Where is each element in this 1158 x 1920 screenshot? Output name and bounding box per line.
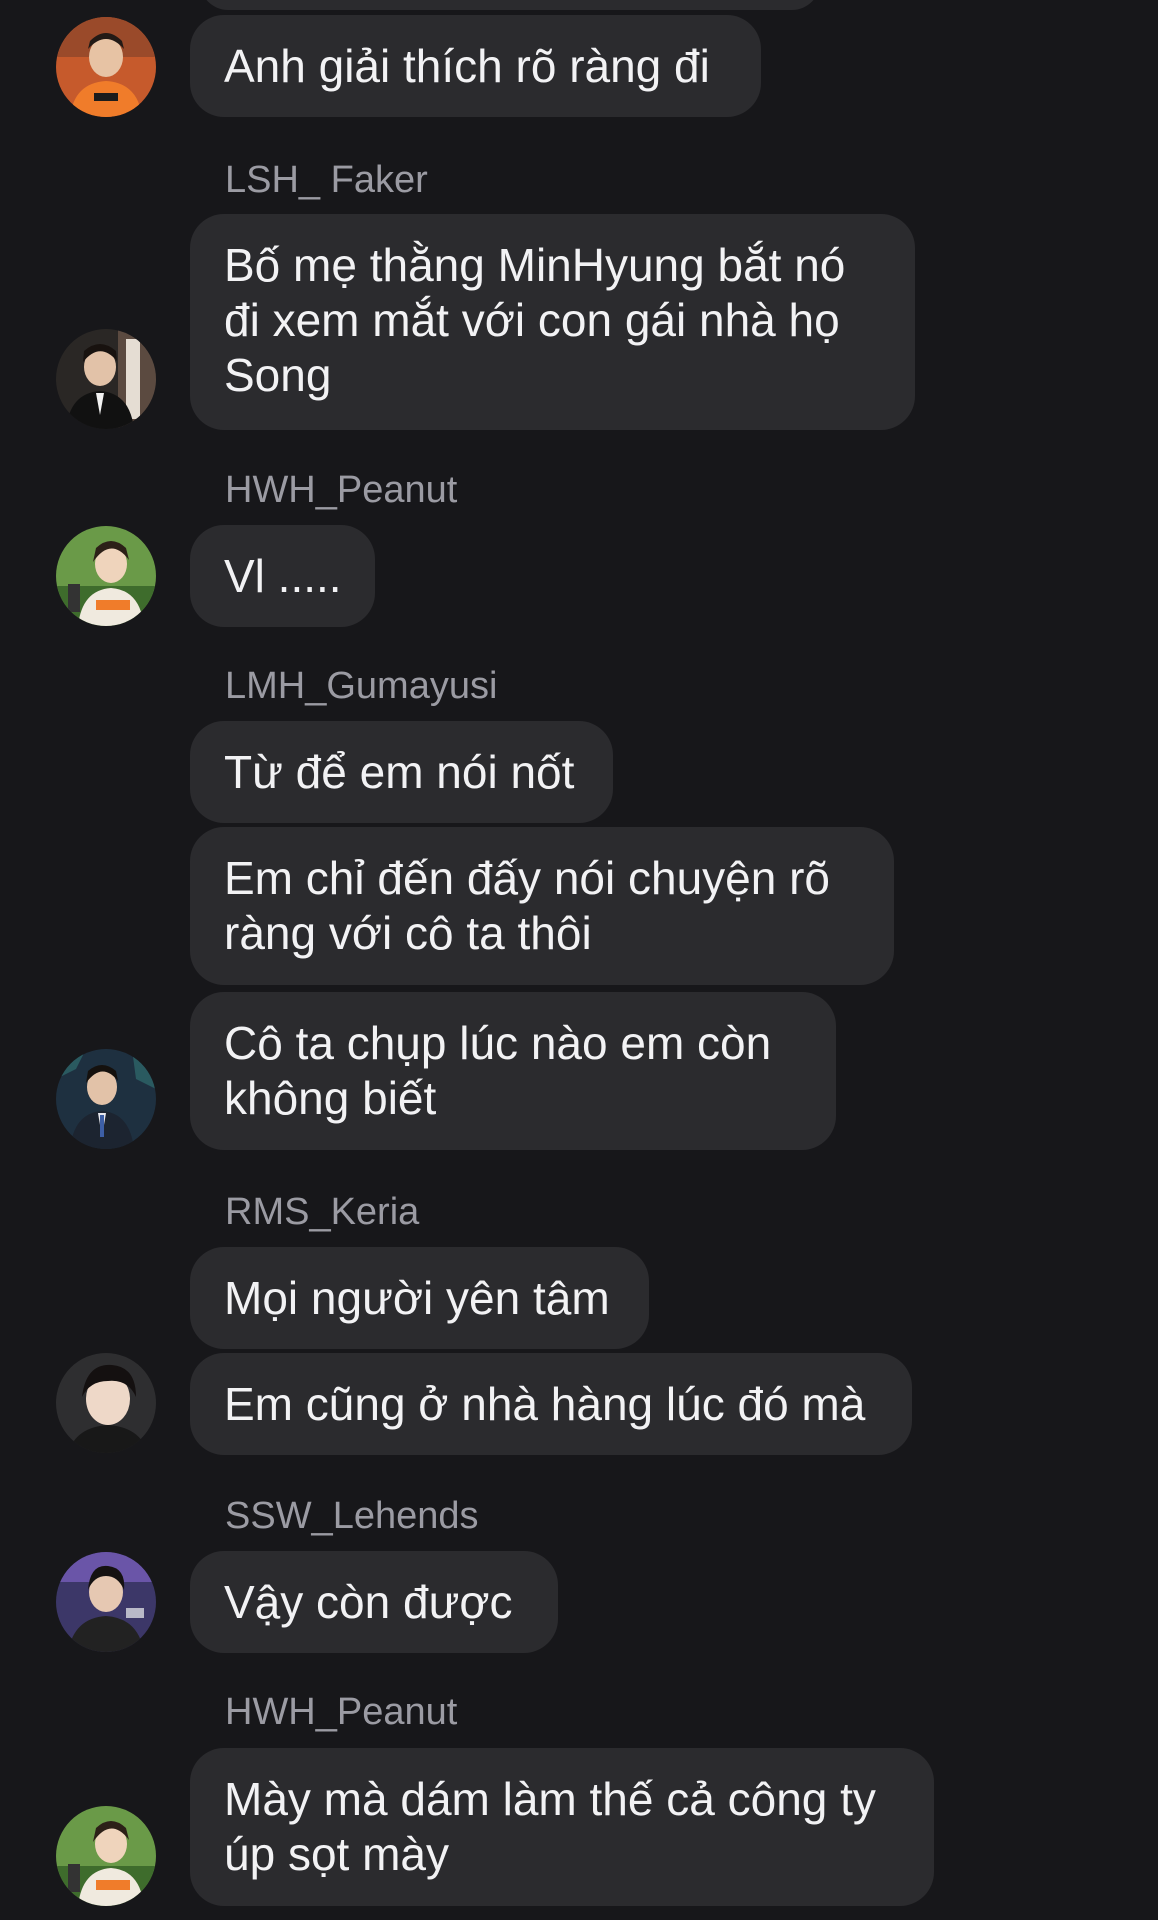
sender-name: LMH_Gumayusi — [225, 665, 498, 707]
avatar[interactable] — [56, 1552, 156, 1652]
message-bubble[interactable]: Từ để em nói nốt — [190, 721, 613, 823]
message-bubble[interactable]: Bố mẹ thằng MinHyung bắt nó đi xem mắt v… — [190, 214, 915, 430]
avatar[interactable] — [56, 1049, 156, 1149]
message-text: Mọi người yên tâm — [224, 1272, 610, 1324]
message-text: Em cũng ở nhà hàng lúc đó mà — [224, 1378, 866, 1430]
message-bubble[interactable]: Vậy còn được — [190, 1551, 558, 1653]
message-text: Từ để em nói nốt — [224, 746, 575, 798]
message-bubble[interactable]: Em chỉ đến đấy nói chuyện rõ ràng với cô… — [190, 827, 894, 985]
avatar[interactable] — [56, 329, 156, 429]
message-text: Bố mẹ thằng MinHyung bắt nó đi xem mắt v… — [224, 239, 846, 401]
avatar[interactable] — [56, 1806, 156, 1906]
message-text: Em chỉ đến đấy nói chuyện rõ ràng với cô… — [224, 852, 831, 959]
message-text: Vl ..... — [224, 550, 342, 602]
avatar[interactable] — [56, 526, 156, 626]
message-text: Mày mà dám làm thế cả công ty úp sọt mày — [224, 1773, 876, 1880]
sender-name: SSW_Lehends — [225, 1495, 479, 1537]
message-bubble[interactable]: Mày mà dám làm thế cả công ty úp sọt mày — [190, 1748, 934, 1906]
sender-name: LSH_ Faker — [225, 159, 428, 201]
message-bubble[interactable]: Anh giải thích rõ ràng đi — [190, 15, 761, 117]
sender-name: RMS_Keria — [225, 1191, 420, 1233]
avatar[interactable] — [56, 1353, 156, 1453]
message-bubble[interactable]: Cô ta chụp lúc nào em còn không biết — [190, 992, 836, 1150]
message-bubble[interactable]: Mọi người yên tâm — [190, 1247, 649, 1349]
sender-name: HWH_Peanut — [225, 469, 458, 511]
avatar[interactable] — [56, 17, 156, 117]
chat-thread: Anh giải thích rõ ràng đi LSH_ Faker Bố … — [0, 0, 1158, 1920]
message-bubble[interactable]: Em cũng ở nhà hàng lúc đó mà — [190, 1353, 912, 1455]
sender-name: HWH_Peanut — [225, 1691, 458, 1733]
previous-message-bubble-edge — [200, 0, 820, 10]
message-text: Anh giải thích rõ ràng đi — [224, 40, 710, 92]
message-text: Vậy còn được — [224, 1576, 513, 1628]
message-bubble[interactable]: Vl ..... — [190, 525, 375, 627]
message-text: Cô ta chụp lúc nào em còn không biết — [224, 1017, 772, 1124]
